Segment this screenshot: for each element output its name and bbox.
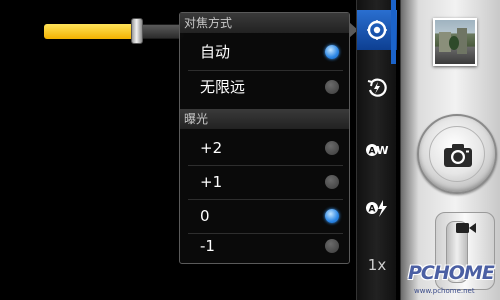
exposure-option-plus2[interactable]: +2	[180, 131, 349, 165]
camera-icon	[444, 144, 472, 167]
last-photo-thumbnail[interactable]	[433, 18, 477, 66]
svg-text:A: A	[369, 205, 376, 215]
exposure-option-plus1[interactable]: +1	[180, 165, 349, 199]
zoom-slider-thumb[interactable]	[131, 18, 143, 44]
exposure-option-minus1[interactable]: -1	[180, 229, 349, 263]
auto-flash-icon: A	[366, 200, 387, 217]
zoom-slider[interactable]	[44, 18, 184, 44]
shutter-button-inner	[429, 126, 485, 182]
radio-button[interactable]	[325, 239, 339, 253]
auto-white-balance-icon: A W	[366, 144, 389, 157]
flash-rotate-icon	[367, 78, 387, 97]
flash-rotate-button[interactable]	[357, 68, 397, 108]
settings-icon-strip: A W A 1x	[356, 0, 397, 300]
flash-mode-button[interactable]: A	[357, 188, 397, 228]
focus-option-infinity[interactable]: 无限远	[180, 70, 349, 104]
option-label: 自动	[200, 43, 231, 61]
watermark-text: PCHOME	[408, 262, 495, 284]
focus-mode-header: 对焦方式	[180, 13, 349, 33]
exposure-option-zero[interactable]: 0	[180, 199, 349, 233]
radio-button[interactable]	[325, 80, 339, 94]
option-label: 无限远	[200, 78, 246, 96]
zoom-slider-fill	[44, 24, 133, 39]
active-indicator	[391, 0, 396, 64]
option-label: 0	[200, 207, 210, 225]
settings-popup: 对焦方式 自动 无限远 曝光 +2 +1 0 -1	[179, 12, 350, 264]
watermark-url: www.pchome.net	[414, 287, 475, 295]
shutter-button[interactable]	[417, 114, 497, 194]
focus-icon	[367, 20, 387, 40]
svg-text:W: W	[376, 144, 388, 157]
option-label: -1	[200, 237, 215, 255]
radio-button[interactable]	[325, 141, 339, 155]
exposure-header: 曝光	[180, 109, 349, 129]
thumbnail-tree	[449, 36, 459, 50]
video-camera-icon	[456, 223, 476, 233]
white-balance-button[interactable]: A W	[357, 130, 397, 170]
svg-text:A: A	[369, 147, 376, 157]
radio-button[interactable]	[325, 175, 339, 189]
zoom-level-label: 1x	[367, 256, 387, 274]
radio-button[interactable]	[325, 45, 339, 59]
radio-button[interactable]	[325, 209, 339, 223]
option-label: +2	[200, 139, 223, 157]
focus-option-auto[interactable]: 自动	[180, 35, 349, 69]
pchome-watermark: PCHOME www.pchome.net	[396, 262, 500, 300]
option-label: +1	[200, 173, 223, 191]
